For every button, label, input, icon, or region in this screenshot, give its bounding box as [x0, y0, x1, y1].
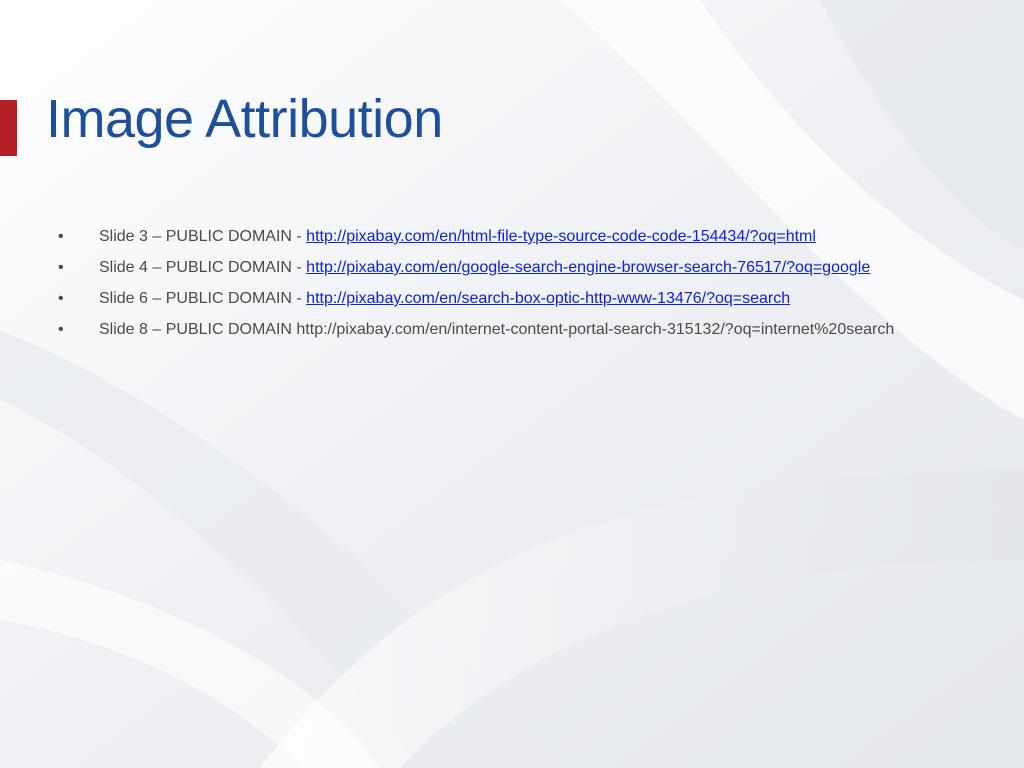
list-item: • Slide 8 – PUBLIC DOMAIN http://pixabay… [58, 320, 1008, 340]
attribution-prefix: Slide 4 – PUBLIC DOMAIN - [99, 259, 307, 276]
bullet-marker: • [58, 321, 64, 338]
attribution-url-text: http://pixabay.com/en/internet-content-p… [296, 321, 895, 338]
attribution-link[interactable]: http://pixabay.com/en/search-box-optic-h… [306, 290, 790, 307]
title-accent-bar [0, 100, 17, 156]
bullet-marker: • [58, 290, 64, 307]
list-item: • Slide 6 – PUBLIC DOMAIN - http://pixab… [58, 289, 1008, 309]
attribution-prefix: Slide 8 – PUBLIC DOMAIN [99, 321, 297, 338]
attribution-list: • Slide 3 – PUBLIC DOMAIN - http://pixab… [58, 227, 1008, 351]
attribution-prefix: Slide 6 – PUBLIC DOMAIN - [99, 290, 307, 307]
bullet-marker: • [58, 259, 64, 276]
attribution-link[interactable]: http://pixabay.com/en/google-search-engi… [306, 259, 870, 276]
list-item: • Slide 4 – PUBLIC DOMAIN - http://pixab… [58, 258, 1008, 278]
attribution-link[interactable]: http://pixabay.com/en/html-file-type-sou… [306, 228, 816, 245]
list-item: • Slide 3 – PUBLIC DOMAIN - http://pixab… [58, 227, 1008, 247]
attribution-prefix: Slide 3 – PUBLIC DOMAIN - [99, 228, 307, 245]
slide-title: Image Attribution [46, 89, 443, 149]
bullet-marker: • [58, 228, 64, 245]
